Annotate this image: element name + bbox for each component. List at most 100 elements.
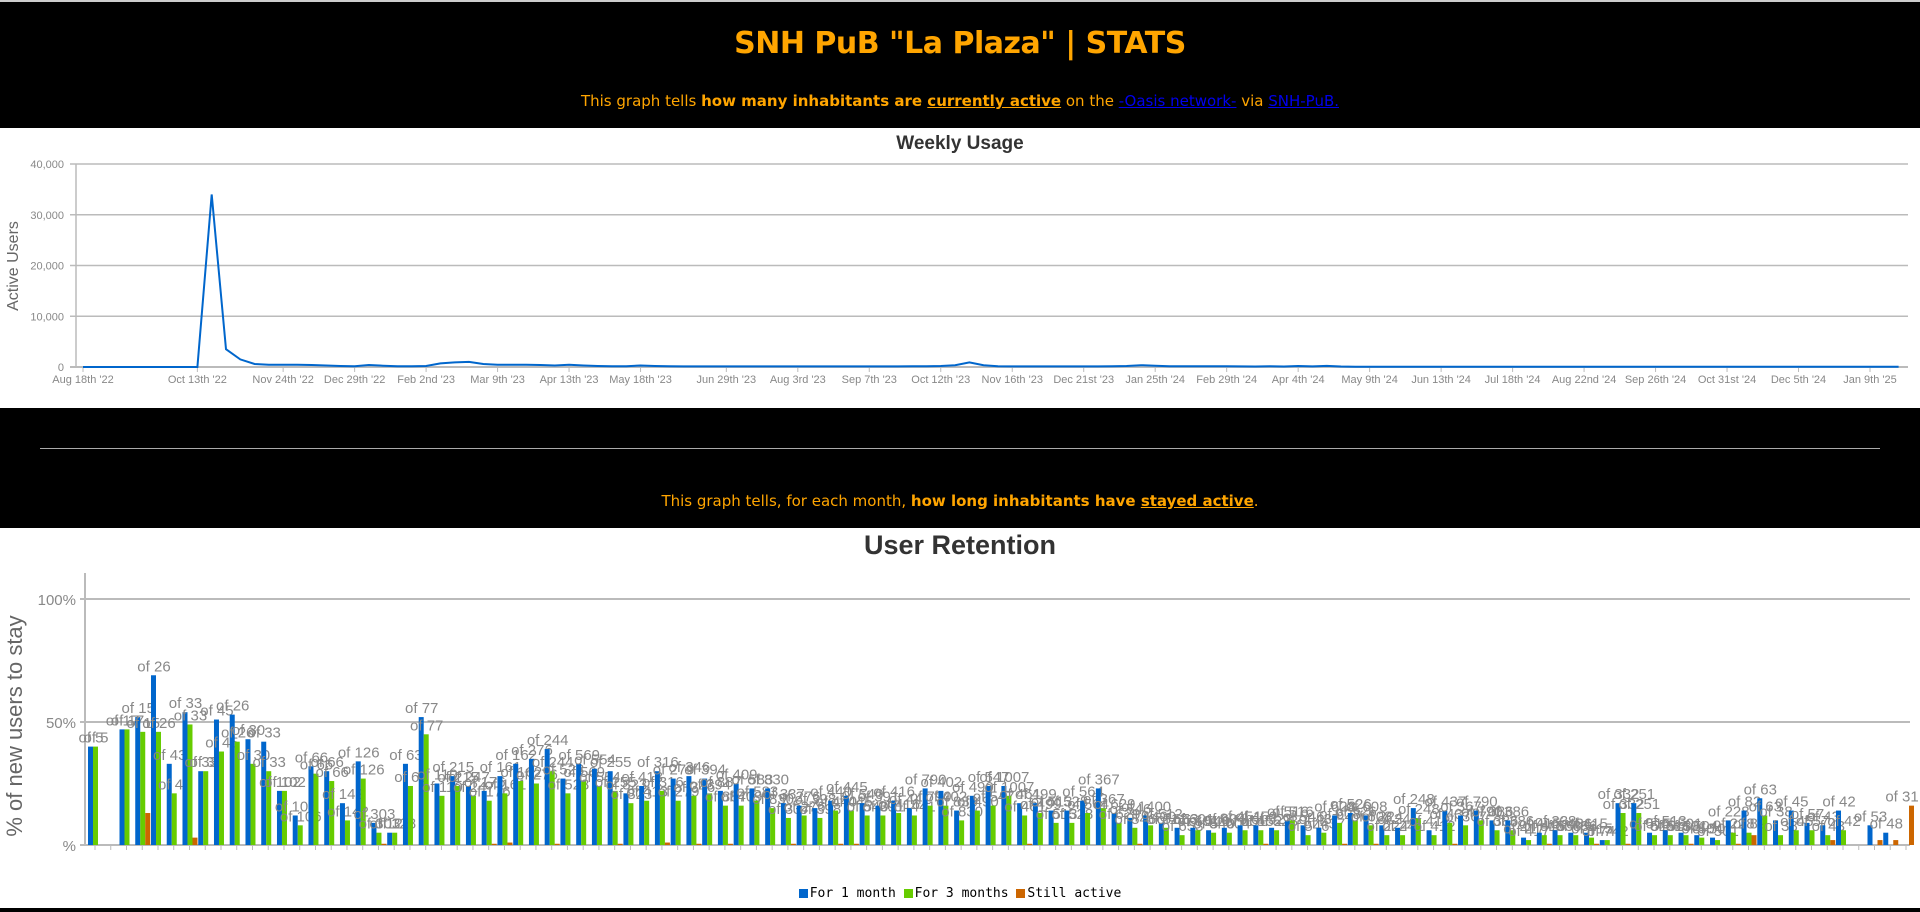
bar-still-active <box>1909 805 1914 845</box>
bar-3-months <box>1730 832 1736 845</box>
bar-3-months <box>1746 832 1752 845</box>
user-retention-chart: User Retention% 50% 100% % of new users to … <box>2 530 1919 855</box>
bar-still-active <box>1877 840 1883 845</box>
bar-3-months <box>1242 830 1248 845</box>
data-label: of 26 <box>142 715 175 732</box>
text-emphasis: stayed active <box>1140 492 1254 510</box>
bar-3-months <box>880 815 886 845</box>
bar-still-active <box>696 843 702 845</box>
bar-3-months <box>1620 813 1626 845</box>
legend-label: For 3 months <box>914 886 1009 901</box>
x-tick-label: Dec 29th '22 <box>324 374 385 386</box>
data-label: of 43 <box>153 747 186 764</box>
bar-3-months <box>817 817 823 845</box>
bar-still-active <box>1452 843 1458 845</box>
bar-still-active <box>381 843 387 845</box>
x-tick-label: Sep 26th '24 <box>1625 374 1686 386</box>
bar-3-months <box>1085 813 1091 845</box>
data-label: of 251 <box>1618 796 1660 813</box>
bar-still-active <box>1625 843 1631 845</box>
data-label: of 126 <box>343 762 385 779</box>
bar-3-months <box>848 810 854 845</box>
legend-item-still-active[interactable]: Still active <box>1016 886 1121 901</box>
data-label: of 42 <box>1822 794 1855 811</box>
weekly-usage-chart: Weekly Usage 0 10,000 20,000 30,000 40,000 Aug… <box>5 133 1908 386</box>
weekly-usage-panel: Weekly Usage 0 10,000 20,000 30,000 40,000 Aug… <box>0 128 1920 408</box>
bar-still-active <box>664 842 670 845</box>
bar-still-active <box>1137 843 1143 845</box>
text: on the <box>1061 92 1119 110</box>
retention-legend: For 1 month For 3 months Still active <box>0 886 1920 901</box>
x-tick-label: Aug 3rd '23 <box>770 374 826 386</box>
x-tick-label: Dec 21st '23 <box>1053 374 1114 386</box>
bar-3-months <box>911 815 917 845</box>
snh-pub-link[interactable]: SNH-PuB. <box>1268 92 1339 110</box>
bar-3-months <box>407 785 413 845</box>
data-label: of 26 <box>216 698 249 715</box>
bar-3-months <box>1069 822 1075 845</box>
series-line <box>83 194 1899 368</box>
data-label: of 77 <box>410 717 443 734</box>
bar-3-months <box>896 813 902 845</box>
y-tick-label: 0 <box>58 362 64 374</box>
bar-3-months <box>1825 835 1831 845</box>
oasis-network-link[interactable]: -Oasis network- <box>1119 92 1237 110</box>
bar-1-month <box>1883 832 1889 845</box>
bar-still-active <box>1688 843 1694 845</box>
bar-3-months <box>1022 815 1028 845</box>
bar-1-month <box>308 766 314 845</box>
bar-3-months <box>833 810 839 845</box>
data-label: of 367 <box>1078 771 1120 788</box>
bar-still-active <box>838 843 844 845</box>
bar-3-months <box>675 800 681 845</box>
retention-description: This graph tells, for each month, how lo… <box>0 492 1920 510</box>
bar-3-months <box>297 825 303 845</box>
y-tick-label: 10,000 <box>30 311 64 323</box>
page-title: SNH PuB "La Plaza" | STATS <box>734 26 1186 61</box>
x-tick-label: Feb 2nd '23 <box>397 374 455 386</box>
bar-3-months <box>1463 825 1469 845</box>
x-tick-label: Apr 13th '23 <box>540 374 599 386</box>
bar-3-months <box>1053 822 1059 845</box>
bar-3-months <box>1778 835 1784 845</box>
bar-3-months <box>1715 840 1721 845</box>
x-tick-label: Jan 25th '24 <box>1125 374 1185 386</box>
bar-3-months <box>1400 835 1406 845</box>
x-tick-label: Aug 18th '22 <box>52 374 113 386</box>
legend-label: For 1 month <box>809 886 896 901</box>
y-axis-label: % of new users to stay <box>2 615 27 836</box>
bar-still-active <box>853 843 859 845</box>
bar-still-active <box>1546 843 1552 845</box>
x-tick-label: Feb 29th '24 <box>1196 374 1257 386</box>
bar-3-months <box>203 771 209 845</box>
bar-3-months <box>187 724 193 845</box>
legend-swatch <box>903 889 913 898</box>
bar-3-months <box>171 793 177 845</box>
bar-3-months <box>1604 840 1610 845</box>
bar-3-months <box>1132 827 1138 845</box>
data-label: of 5 <box>83 730 108 747</box>
legend-swatch <box>798 889 808 898</box>
bar-still-active <box>727 843 733 845</box>
x-tick-label: Nov 24th '22 <box>252 374 313 386</box>
page-header: SNH PuB "La Plaza" | STATS This graph te… <box>0 2 1920 128</box>
y-tick-label: 50% <box>46 715 76 732</box>
bar-still-active <box>1735 843 1741 845</box>
bar-3-months <box>1321 832 1327 845</box>
bar-3-months <box>722 805 728 845</box>
bar-3-months <box>140 731 146 845</box>
text: . <box>1253 492 1259 510</box>
data-label: of 26 <box>137 658 170 675</box>
bar-still-active <box>617 843 623 845</box>
bar-3-months <box>1274 830 1280 845</box>
x-tick-label: Aug 22nd '24 <box>1552 374 1617 386</box>
legend-item-3-months[interactable]: For 3 months <box>903 886 1009 901</box>
bar-3-months <box>927 805 933 845</box>
bar-3-months <box>470 795 476 845</box>
weekly-description: This graph tells how many inhabitants ar… <box>0 92 1920 110</box>
legend-item-1-month[interactable]: For 1 month <box>798 886 896 901</box>
text-bold: how many inhabitants are <box>701 92 928 110</box>
x-tick-label: Nov 16th '23 <box>982 374 1043 386</box>
y-tick-label: 30,000 <box>30 210 64 222</box>
bar-3-months <box>644 800 650 845</box>
